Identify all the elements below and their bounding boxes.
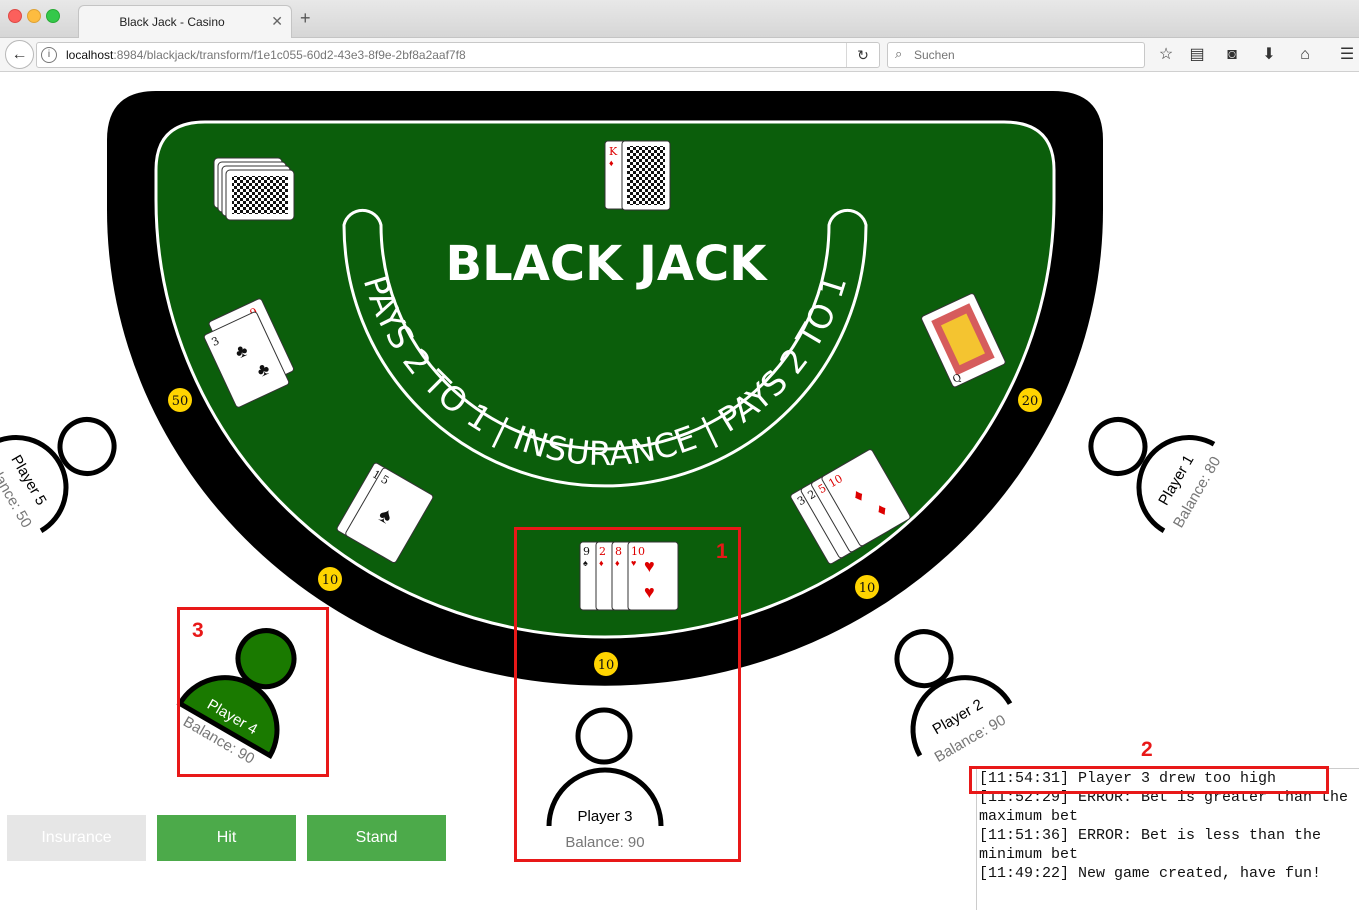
search-icon: ⌕: [895, 46, 903, 61]
annotation-label-3: 3: [192, 619, 204, 642]
card-shoe: [213, 157, 295, 221]
search-input[interactable]: [912, 45, 1136, 65]
playing-card: 10♥ ♥♥: [627, 541, 679, 611]
player5-seat: Player 5 Balance: 50: [0, 417, 117, 533]
close-window-button[interactable]: [8, 9, 22, 23]
url-host: localhost: [66, 48, 114, 62]
stand-button[interactable]: Stand: [307, 815, 446, 861]
svg-text:2: 2: [599, 545, 606, 558]
annotation-label-2: 2: [1141, 738, 1153, 761]
player-balance: Balance: 90: [565, 834, 644, 851]
bet-chip-player2: 10: [855, 575, 879, 599]
maximize-window-button[interactable]: [46, 9, 60, 23]
hit-button[interactable]: Hit: [157, 815, 296, 861]
player1-seat: Player 1 Balance: 80: [1088, 417, 1224, 533]
bet-chip-player5: 50: [168, 388, 192, 412]
bet-chip-player4: 10: [318, 567, 342, 591]
svg-text:♥: ♥: [644, 556, 655, 576]
url-path: :8984/blackjack/transform/f1e1c055-60d2-…: [113, 48, 466, 62]
url-text[interactable]: localhost:8984/blackjack/transform/f1e1c…: [66, 48, 466, 62]
bet-chip-player1: 20: [1018, 388, 1042, 412]
new-tab-button[interactable]: +: [300, 8, 311, 29]
url-bar[interactable]: i localhost:8984/blackjack/transform/f1e…: [36, 42, 880, 68]
tab-title: Black Jack - Casino: [119, 15, 225, 29]
insurance-button[interactable]: Insurance: [7, 815, 146, 861]
svg-text:♦: ♦: [615, 558, 620, 568]
navigation-bar: ← i localhost:8984/blackjack/transform/f…: [0, 38, 1359, 72]
player-name: Player 3: [577, 808, 632, 825]
avatar: [575, 707, 633, 765]
menu-icon[interactable]: ☰: [1336, 44, 1358, 66]
browser-tab[interactable]: Black Jack - Casino ✕: [78, 5, 292, 38]
download-icon[interactable]: ⬇: [1258, 44, 1280, 66]
log-entry: [11:52:29] ERROR: Bet is greater than th…: [979, 789, 1349, 825]
svg-text:9: 9: [583, 545, 590, 558]
svg-text:♥: ♥: [644, 582, 655, 602]
reading-list-icon[interactable]: ▤: [1186, 44, 1208, 66]
reload-icon[interactable]: ↻: [846, 43, 879, 67]
svg-text:♥: ♥: [631, 558, 636, 568]
svg-text:K: K: [609, 145, 618, 158]
svg-text:8: 8: [615, 545, 622, 558]
log-entry: [11:49:22] New game created, have fun!: [979, 865, 1322, 882]
svg-text:♦: ♦: [599, 558, 604, 568]
minimize-window-button[interactable]: [27, 9, 41, 23]
pocket-icon[interactable]: ◙: [1221, 44, 1243, 66]
table-title: BLACK JACK: [446, 236, 769, 292]
svg-text:10: 10: [322, 573, 339, 588]
svg-text:10: 10: [631, 545, 645, 558]
search-bar[interactable]: ⌕: [887, 42, 1145, 68]
log-entry: [11:51:36] ERROR: Bet is less than the m…: [979, 827, 1322, 863]
player3-hand: 9♠ 2♦ 8♦ 10♥ ♥♥: [579, 541, 679, 611]
back-button[interactable]: ←: [5, 40, 34, 69]
game-log[interactable]: [11:54:31] Player 3 drew too high [11:52…: [976, 768, 1359, 910]
face-down-card: [621, 140, 671, 211]
svg-text:10: 10: [859, 581, 876, 596]
window-titlebar: Black Jack - Casino ✕ +: [0, 0, 1359, 38]
bet-chip-player3: 10: [594, 652, 618, 676]
svg-text:♦: ♦: [609, 158, 614, 168]
svg-text:♠: ♠: [583, 558, 588, 568]
star-icon[interactable]: ☆: [1155, 44, 1177, 66]
player3-seat: Player 3 Balance: 90: [546, 707, 664, 851]
home-icon[interactable]: ⌂: [1294, 44, 1316, 66]
svg-text:20: 20: [1022, 394, 1039, 409]
tab-close-icon[interactable]: ✕: [271, 13, 283, 30]
svg-text:10: 10: [598, 658, 615, 673]
log-entry: [11:54:31] Player 3 drew too high: [979, 770, 1277, 787]
player2-seat: Player 2 Balance: 90: [894, 629, 1013, 766]
svg-text:50: 50: [172, 394, 189, 409]
annotation-label-1: 1: [716, 540, 728, 563]
dealer-hand: K ♦: [604, 140, 671, 211]
site-info-icon[interactable]: i: [41, 47, 57, 63]
